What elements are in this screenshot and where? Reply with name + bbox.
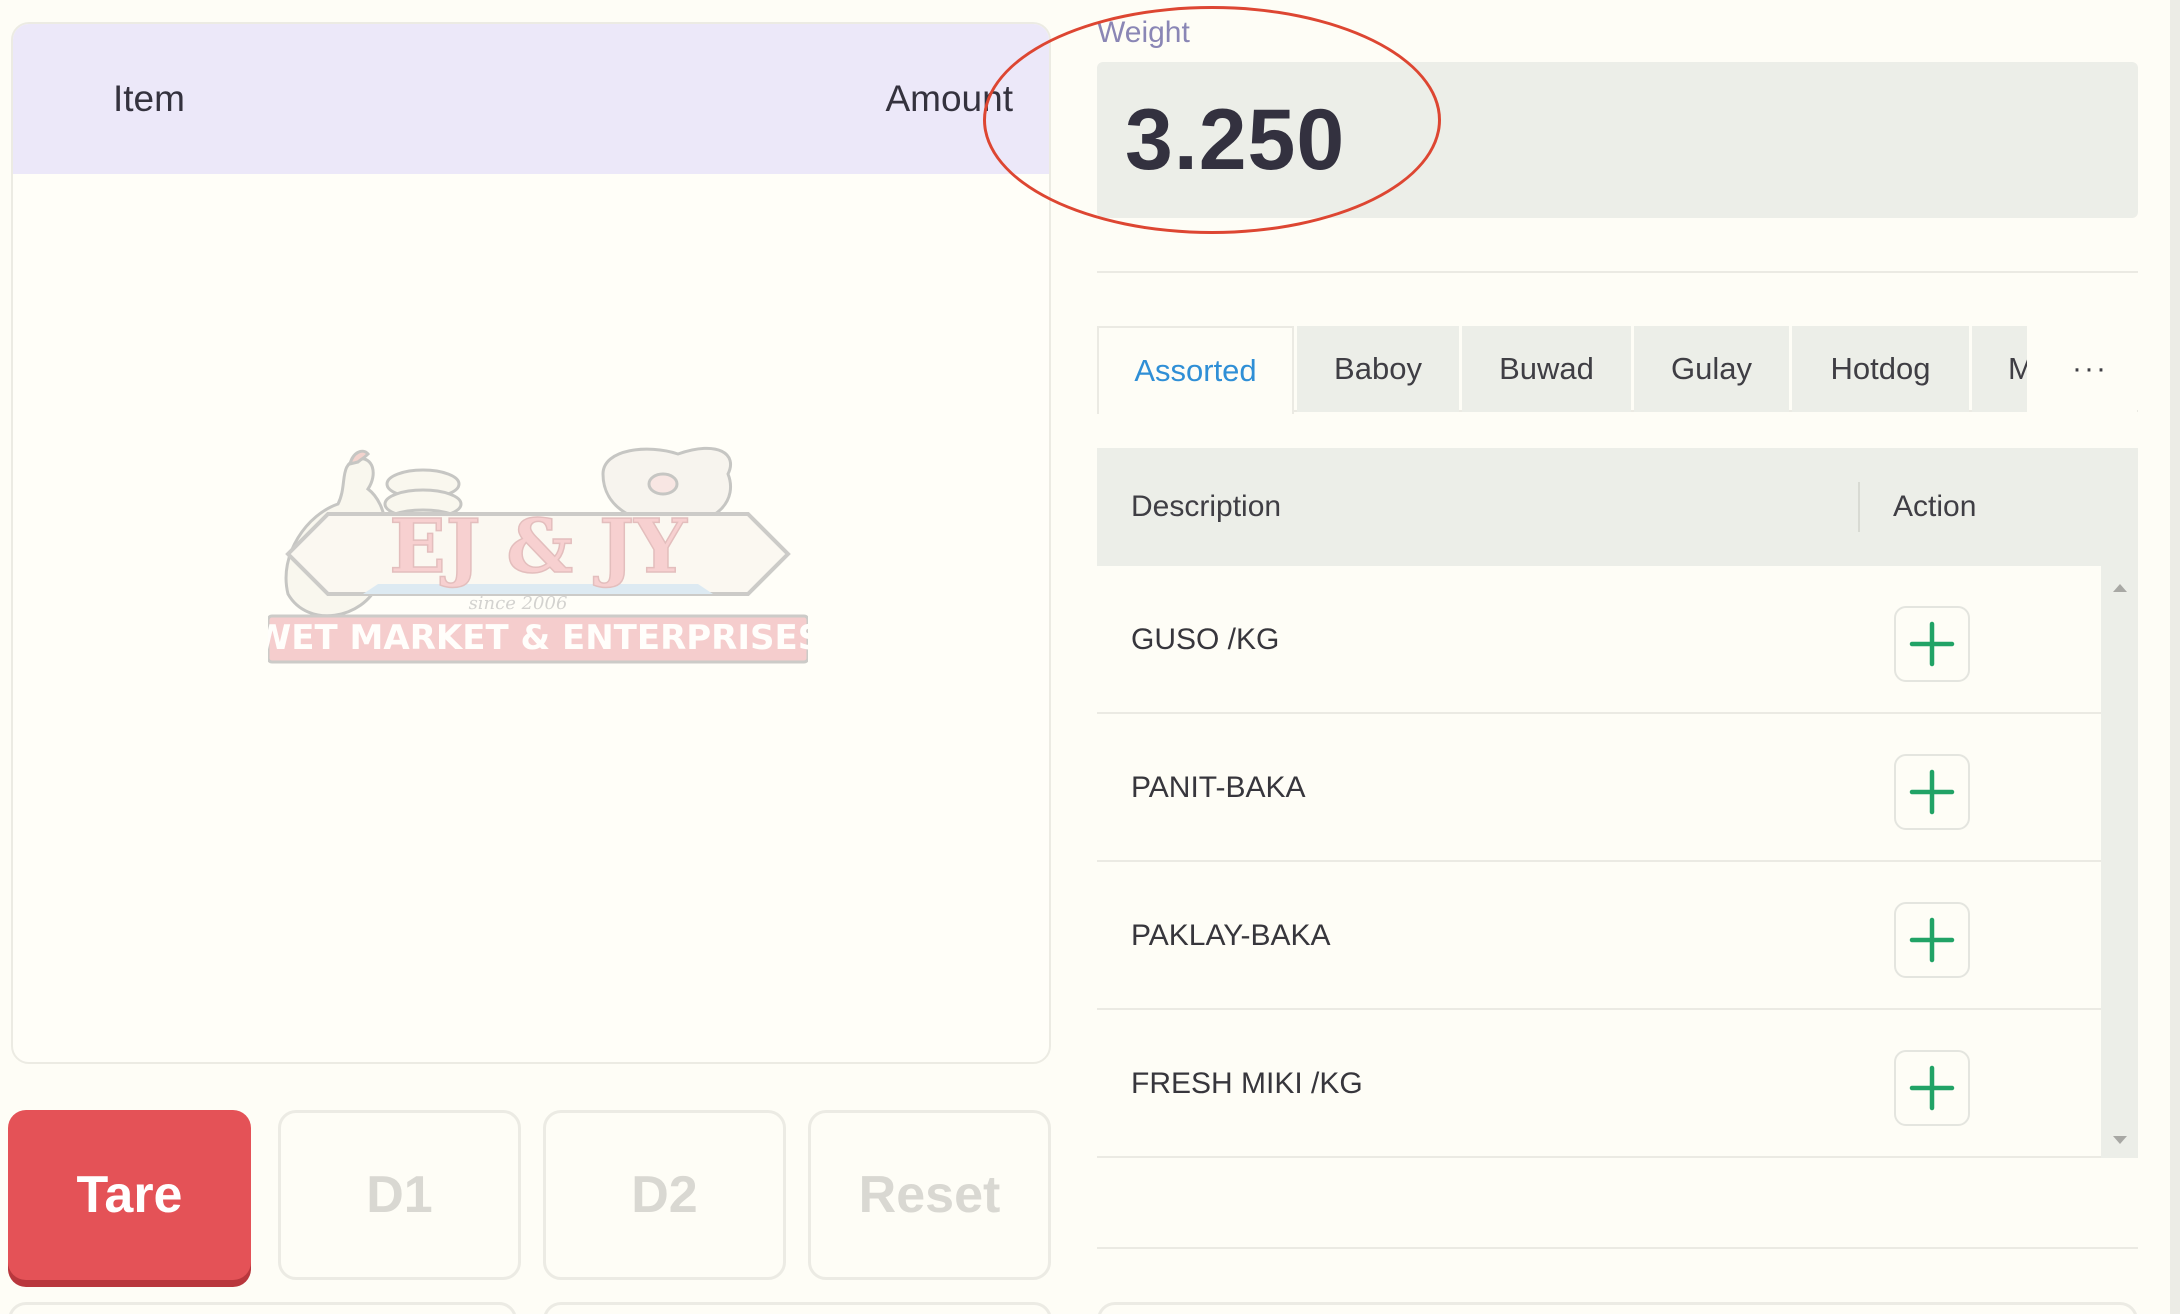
product-description: FRESH MIKI /KG xyxy=(1131,1067,1363,1100)
product-list-scrollbar[interactable] xyxy=(2101,566,2138,1158)
product-description: PANIT-BAKA xyxy=(1131,771,1306,804)
bottom-action-card-1[interactable] xyxy=(8,1302,517,1314)
reset-button[interactable]: Reset xyxy=(808,1110,1051,1280)
tab-hotdog[interactable]: Hotdog xyxy=(1792,326,1969,412)
bottom-action-card-3[interactable] xyxy=(1097,1302,2138,1314)
order-header: Item Amount xyxy=(13,24,1049,174)
column-description: Description xyxy=(1131,490,1282,523)
product-table-header: Description Action xyxy=(1097,448,2138,566)
tab-assorted[interactable]: Assorted xyxy=(1097,326,1294,414)
column-item: Item xyxy=(113,78,185,119)
tab-baboy[interactable]: Baboy xyxy=(1297,326,1459,412)
table-row: PAKLAY-BAKA xyxy=(1097,862,2101,1010)
product-description: GUSO /KG xyxy=(1131,623,1280,656)
store-logo: EJ & JY since 2006 WET MARKET & ENTERPRI… xyxy=(268,446,808,664)
order-panel: Item Amount EJ & JY since 2006 WET MARKE… xyxy=(11,22,1051,1064)
ellipsis-icon[interactable]: ··· xyxy=(2072,326,2108,412)
column-separator xyxy=(1858,482,1860,532)
logo-brand: EJ & JY xyxy=(389,504,688,590)
d1-button[interactable]: D1 xyxy=(278,1110,521,1280)
d2-button[interactable]: D2 xyxy=(543,1110,786,1280)
tare-button[interactable]: Tare xyxy=(8,1110,251,1280)
table-row: PANIT-BAKA xyxy=(1097,714,2101,862)
add-item-button[interactable] xyxy=(1894,1050,1970,1126)
tab-gulay[interactable]: Gulay xyxy=(1634,326,1789,412)
plus-icon xyxy=(1909,621,1955,667)
plus-icon xyxy=(1909,1065,1955,1111)
add-item-button[interactable] xyxy=(1894,606,1970,682)
plus-icon xyxy=(1909,917,1955,963)
category-tabs: Assorted Baboy Buwad Gulay Hotdog M ··· xyxy=(1097,326,2138,414)
table-row: GUSO /KG xyxy=(1097,566,2101,714)
plus-icon xyxy=(1909,769,1955,815)
add-item-button[interactable] xyxy=(1894,754,1970,830)
window-scrollbar[interactable] xyxy=(2170,0,2180,1314)
product-description: PAKLAY-BAKA xyxy=(1131,919,1331,952)
column-action: Action xyxy=(1893,490,1977,523)
scroll-up-icon[interactable] xyxy=(2113,584,2127,592)
table-row: FRESH MIKI /KG xyxy=(1097,1010,2101,1158)
scroll-down-icon[interactable] xyxy=(2113,1136,2127,1144)
logo-since: since 2006 xyxy=(469,593,568,614)
scale-pos-screen: Item Amount EJ & JY since 2006 WET MARKE… xyxy=(0,0,2180,1314)
highlight-annotation xyxy=(983,6,1441,234)
logo-tagline: WET MARKET & ENTERPRISES xyxy=(268,618,808,658)
divider xyxy=(1097,1247,2138,1249)
bottom-action-card-2[interactable] xyxy=(543,1302,1052,1314)
add-item-button[interactable] xyxy=(1894,902,1970,978)
divider xyxy=(1097,271,2138,273)
product-list: GUSO /KG PANIT-BAKA PAKLAY-BAKA FRESH MI… xyxy=(1097,566,2101,1158)
tab-buwad[interactable]: Buwad xyxy=(1462,326,1631,412)
